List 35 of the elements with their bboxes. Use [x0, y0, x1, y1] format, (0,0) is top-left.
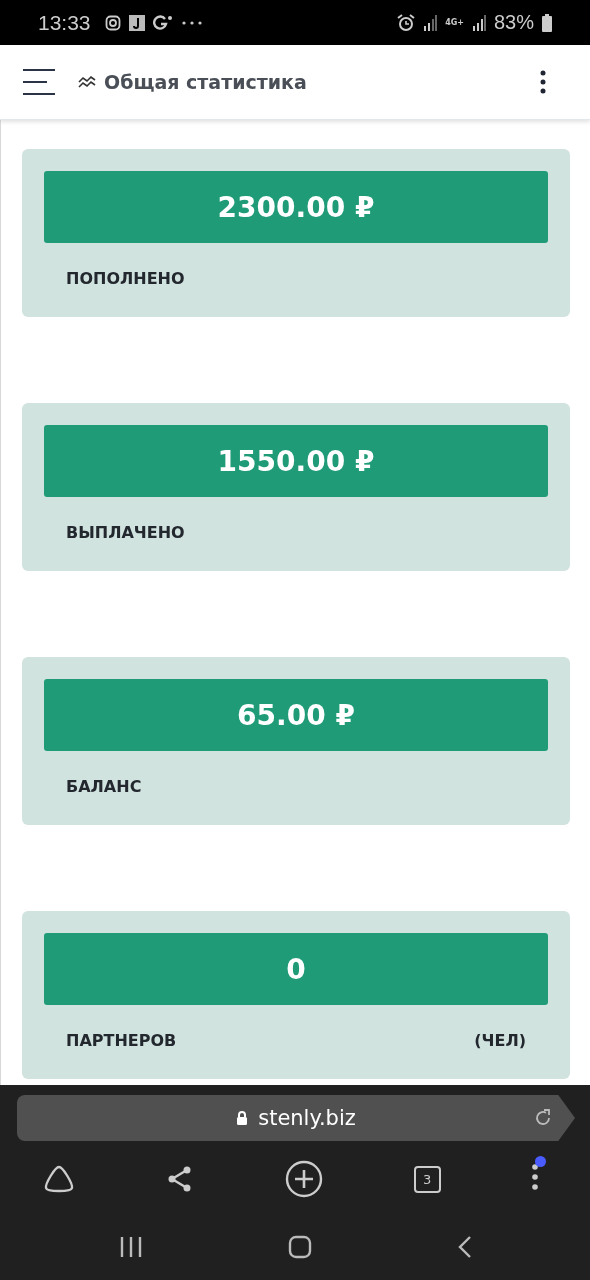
- home-icon[interactable]: [288, 1235, 312, 1259]
- lock-icon: [236, 1110, 249, 1126]
- url-text: stenly.biz: [258, 1106, 356, 1130]
- browser-menu-icon[interactable]: [532, 1164, 538, 1190]
- stat-value: 2300.00 ₽: [44, 171, 548, 243]
- address-bar[interactable]: stenly.biz: [17, 1095, 575, 1141]
- recent-apps-icon[interactable]: [120, 1236, 142, 1258]
- menu-icon[interactable]: [23, 69, 57, 95]
- network-type: 4G+: [445, 18, 464, 27]
- note-app-icon: [128, 14, 145, 31]
- stat-unit: (ЧЕЛ): [474, 1031, 526, 1050]
- back-icon[interactable]: [458, 1235, 472, 1259]
- stat-label: ВЫПЛАЧЕНО: [66, 523, 185, 542]
- camera-icon: [104, 14, 121, 31]
- battery-icon: [542, 13, 552, 32]
- alarm-icon: [397, 13, 416, 32]
- stat-value: 0: [44, 933, 548, 1005]
- signal-icon: [471, 14, 486, 31]
- g-app-icon: [152, 14, 173, 31]
- stat-label: ПОПОЛНЕНО: [66, 269, 185, 288]
- more-notifications-icon: [180, 19, 203, 26]
- home-triangle-icon[interactable]: [42, 1164, 76, 1194]
- stat-value: 1550.00 ₽: [44, 425, 548, 497]
- battery-percent: 83%: [493, 11, 534, 34]
- stat-value: 65.00 ₽: [44, 679, 548, 751]
- stat-label: БАЛАНС: [66, 777, 142, 796]
- stat-label: ПАРТНЕРОВ: [66, 1031, 177, 1050]
- new-tab-icon[interactable]: [284, 1160, 323, 1198]
- status-time: 13:33: [38, 10, 91, 35]
- more-options-icon[interactable]: [540, 70, 546, 94]
- signal-icon: [423, 14, 438, 31]
- wave-chart-icon: [78, 75, 96, 89]
- page-title: Общая статистика: [104, 71, 307, 93]
- tabs-button[interactable]: 3: [413, 1165, 441, 1193]
- reload-icon[interactable]: [533, 1108, 553, 1128]
